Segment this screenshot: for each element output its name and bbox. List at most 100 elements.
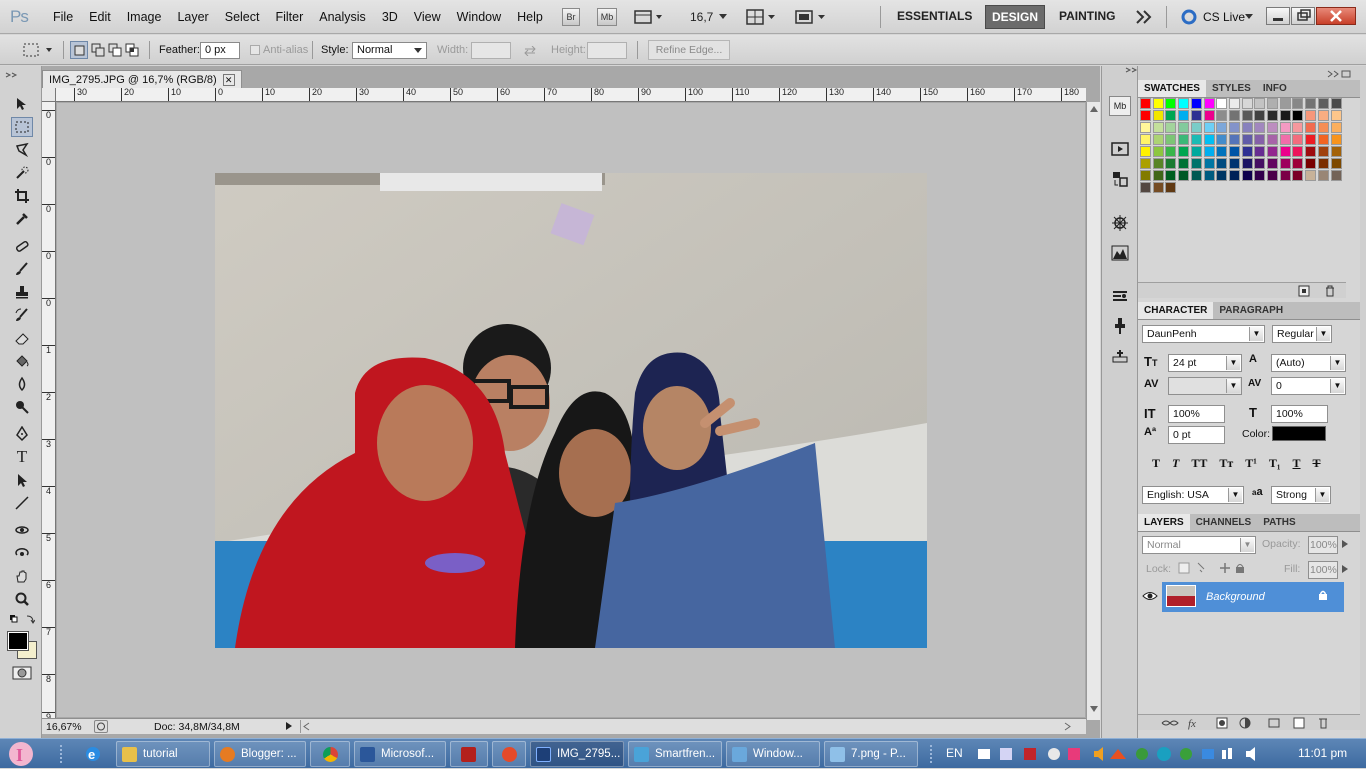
color-swatch[interactable]: [1254, 146, 1266, 157]
color-swatch[interactable]: [1254, 170, 1266, 181]
vertical-scrollbar[interactable]: [1086, 102, 1100, 720]
color-swatch[interactable]: [1140, 122, 1151, 133]
fill-field[interactable]: 100%: [1308, 561, 1338, 579]
line-tool-icon[interactable]: [11, 493, 33, 513]
minimize-button[interactable]: [1266, 7, 1290, 25]
color-swatch[interactable]: [1279, 110, 1291, 121]
cs-live-icon[interactable]: [1181, 9, 1197, 25]
color-swatch[interactable]: [1190, 158, 1202, 169]
menu-analysis[interactable]: Analysis: [311, 10, 374, 24]
color-swatch[interactable]: [1317, 170, 1329, 181]
start-button[interactable]: I: [6, 739, 36, 769]
taskbar-item-paint[interactable]: 7.png - P...: [824, 741, 918, 767]
leading-field[interactable]: (Auto) ▼: [1271, 354, 1346, 372]
internet-explorer-icon[interactable]: e: [84, 745, 102, 763]
color-swatch[interactable]: [1190, 122, 1202, 133]
new-swatch-icon[interactable]: [1298, 285, 1310, 297]
collapse-toolbox-icon[interactable]: [4, 72, 36, 78]
color-swatch[interactable]: [1241, 110, 1253, 121]
color-swatch[interactable]: [1317, 122, 1329, 133]
subtract-selection-icon[interactable]: [106, 41, 124, 59]
hand-tool-icon[interactable]: [11, 566, 33, 586]
blur-tool-icon[interactable]: [11, 374, 33, 394]
color-swatch[interactable]: [1140, 170, 1151, 181]
color-swatch[interactable]: [1152, 134, 1164, 145]
color-swatch[interactable]: [1203, 146, 1215, 157]
close-document-icon[interactable]: ✕: [222, 73, 235, 86]
color-swatch[interactable]: [1305, 134, 1317, 145]
cs-live-label[interactable]: CS Live: [1203, 10, 1245, 24]
faux-bold-button[interactable]: T: [1152, 456, 1160, 471]
color-swatch[interactable]: [1228, 146, 1240, 157]
workspace-design[interactable]: DESIGN: [985, 5, 1046, 29]
color-swatch[interactable]: [1267, 110, 1278, 121]
small-caps-button[interactable]: Tт: [1219, 456, 1233, 471]
color-swatch[interactable]: [1305, 158, 1317, 169]
color-swatch[interactable]: [1216, 98, 1228, 109]
faux-italic-button[interactable]: T: [1172, 456, 1179, 471]
color-swatch[interactable]: [1216, 146, 1228, 157]
new-selection-icon[interactable]: [70, 41, 88, 59]
color-swatch[interactable]: [1228, 158, 1240, 169]
color-swatch[interactable]: [1152, 98, 1164, 109]
menu-image[interactable]: Image: [119, 10, 170, 24]
color-swatch[interactable]: [1292, 134, 1304, 145]
vertical-scale-field[interactable]: 100%: [1168, 405, 1225, 423]
mini-bridge-button[interactable]: Mb: [597, 8, 617, 26]
color-swatch[interactable]: [1228, 134, 1240, 145]
font-family-select[interactable]: DaunPenh ▼: [1142, 325, 1265, 343]
color-swatch[interactable]: [1317, 134, 1329, 145]
menu-file[interactable]: File: [45, 10, 81, 24]
color-swatch[interactable]: [1228, 122, 1240, 133]
chevron-down-icon[interactable]: [1245, 14, 1253, 20]
histogram-panel-icon[interactable]: [1109, 243, 1131, 263]
quick-selection-tool-icon[interactable]: [11, 163, 33, 183]
kerning-field[interactable]: ▼: [1168, 377, 1242, 395]
close-button[interactable]: [1316, 7, 1356, 25]
color-swatch[interactable]: [1228, 98, 1240, 109]
color-swatch[interactable]: [1305, 170, 1317, 181]
type-tool-icon[interactable]: T: [11, 447, 33, 467]
color-swatch[interactable]: [1267, 122, 1278, 133]
color-swatch[interactable]: [1152, 110, 1164, 121]
color-swatch[interactable]: [1305, 110, 1317, 121]
color-swatch[interactable]: [1330, 110, 1342, 121]
color-swatch[interactable]: [1216, 134, 1228, 145]
refine-edge-button[interactable]: Refine Edge...: [648, 40, 730, 60]
taskbar-item-downloader[interactable]: [492, 741, 526, 767]
color-swatch[interactable]: [1140, 146, 1151, 157]
status-preview-icon[interactable]: [94, 720, 108, 733]
tab-styles[interactable]: STYLES: [1206, 80, 1257, 97]
trash-icon[interactable]: [1324, 285, 1336, 297]
subscript-button[interactable]: T₁: [1269, 456, 1281, 471]
color-swatch[interactable]: [1140, 182, 1151, 193]
marquee-tool-icon[interactable]: [11, 117, 33, 137]
height-input[interactable]: [587, 42, 627, 59]
ruler-origin[interactable]: [42, 88, 56, 102]
workspace-essentials[interactable]: ESSENTIALS: [897, 9, 972, 23]
eye-icon[interactable]: [1142, 590, 1158, 602]
color-swatch[interactable]: [1330, 158, 1342, 169]
color-swatch[interactable]: [1165, 182, 1177, 193]
color-swatch[interactable]: [1203, 110, 1215, 121]
menu-3d[interactable]: 3D: [374, 10, 406, 24]
color-swatch[interactable]: [1330, 122, 1342, 133]
horizontal-scrollbar[interactable]: [300, 720, 1072, 733]
tab-layers[interactable]: LAYERS: [1138, 514, 1190, 531]
layer-row-background[interactable]: Background: [1162, 582, 1344, 612]
color-swatch[interactable]: [1152, 122, 1164, 133]
color-swatch[interactable]: [1190, 110, 1202, 121]
eyedropper-tool-icon[interactable]: [11, 209, 33, 229]
screen-mode-button[interactable]: [794, 9, 828, 25]
menu-filter[interactable]: Filter: [267, 10, 311, 24]
collapse-strip-icon[interactable]: [1102, 66, 1138, 74]
color-swatch[interactable]: [1267, 170, 1278, 181]
taskbar-item-photoshop[interactable]: IMG_2795...: [530, 741, 624, 767]
color-swatch[interactable]: [1330, 170, 1342, 181]
clone-stamp-tool-icon[interactable]: [11, 282, 33, 302]
menu-window[interactable]: Window: [449, 10, 509, 24]
color-swatch[interactable]: [1203, 158, 1215, 169]
color-swatch[interactable]: [1178, 170, 1190, 181]
font-size-field[interactable]: 24 pt ▼: [1168, 354, 1242, 372]
intersect-selection-icon[interactable]: [123, 41, 141, 59]
